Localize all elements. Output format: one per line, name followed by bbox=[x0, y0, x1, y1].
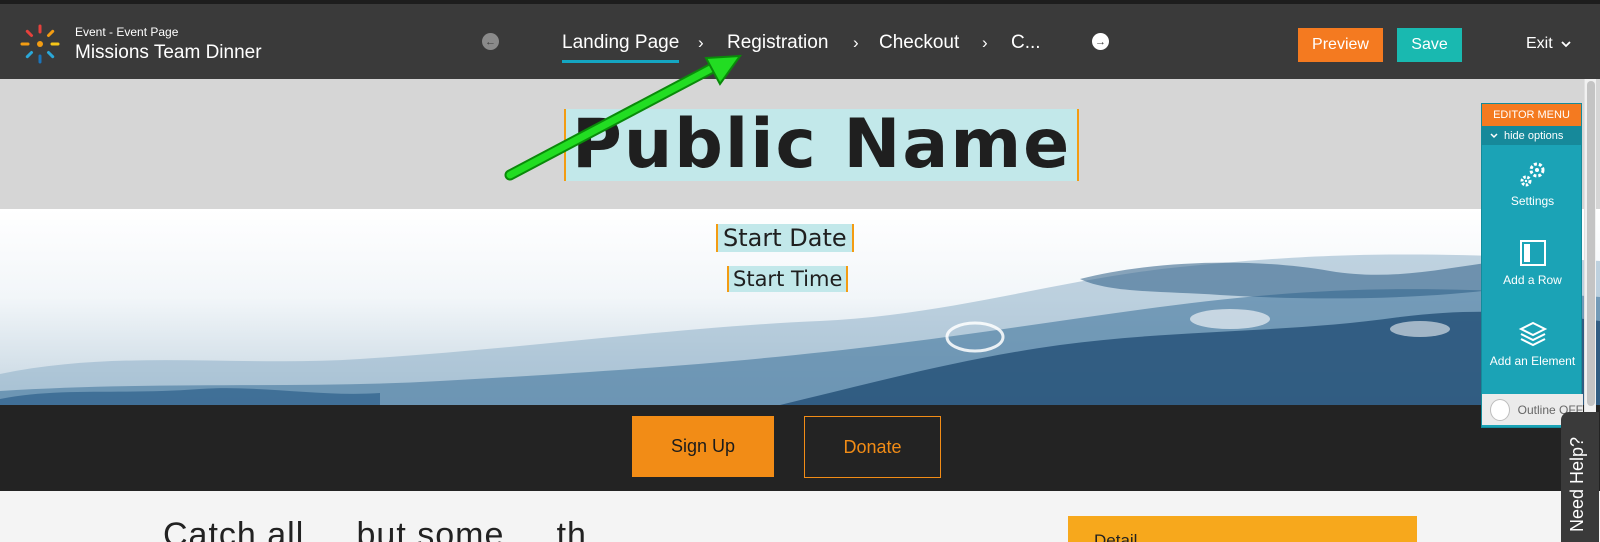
editor-menu-title: EDITOR MENU bbox=[1482, 104, 1581, 126]
editor-menu-panel: EDITOR MENU hide options Settings Add a … bbox=[1481, 103, 1583, 428]
step-separator-icon: › bbox=[853, 33, 859, 52]
step-confirmation[interactable]: C... bbox=[1011, 32, 1041, 54]
section-headline: Catch all ... but some ... th bbox=[163, 516, 587, 542]
scrollbar-thumb[interactable] bbox=[1587, 81, 1595, 406]
start-date-text[interactable]: Start Date bbox=[716, 224, 854, 252]
chevron-down-icon bbox=[1490, 132, 1498, 138]
row-icon bbox=[1519, 240, 1546, 266]
editor-add-row-label: Add a Row bbox=[1503, 273, 1562, 287]
app-title: Missions Team Dinner bbox=[75, 42, 262, 63]
next-step-icon[interactable]: → bbox=[1092, 33, 1109, 50]
exit-label: Exit bbox=[1526, 35, 1553, 52]
previous-step-icon[interactable]: ← bbox=[482, 33, 499, 50]
app-subtitle: Event - Event Page bbox=[75, 25, 179, 39]
step-separator-icon: › bbox=[982, 33, 988, 52]
app-logo-icon bbox=[20, 24, 60, 64]
content-section: Catch all ... but some ... th Detail bbox=[0, 491, 1600, 542]
editor-settings-label: Settings bbox=[1510, 194, 1555, 208]
need-help-tab[interactable]: Need Help? bbox=[1561, 412, 1599, 542]
exit-menu[interactable]: Exit bbox=[1526, 35, 1571, 53]
save-button[interactable]: Save bbox=[1397, 28, 1462, 62]
donate-button[interactable]: Donate bbox=[804, 416, 941, 478]
step-landing-page[interactable]: Landing Page bbox=[562, 32, 680, 63]
hide-options-toggle[interactable]: hide options bbox=[1482, 126, 1581, 145]
page: Event - Event Page Missions Team Dinner … bbox=[0, 0, 1600, 542]
layers-icon bbox=[1518, 321, 1547, 347]
preview-button[interactable]: Preview bbox=[1298, 28, 1383, 62]
editor-add-row[interactable]: Add a Row bbox=[1482, 238, 1583, 287]
title-band: Public Name bbox=[0, 79, 1600, 209]
detail-label: Detail bbox=[1094, 531, 1138, 542]
editor-add-element[interactable]: Add an Element bbox=[1482, 319, 1583, 368]
need-help-label: Need Help? bbox=[1567, 436, 1587, 532]
editor-settings[interactable]: Settings bbox=[1482, 159, 1583, 208]
step-registration[interactable]: Registration bbox=[727, 32, 828, 54]
hide-options-label: hide options bbox=[1504, 129, 1564, 142]
top-navigation-bar: Event - Event Page Missions Team Dinner … bbox=[0, 0, 1600, 79]
editor-add-element-label: Add an Element bbox=[1489, 354, 1576, 368]
public-name-heading[interactable]: Public Name bbox=[564, 109, 1080, 181]
toggle-switch[interactable] bbox=[1490, 398, 1510, 421]
step-checkout[interactable]: Checkout bbox=[879, 32, 959, 54]
start-time-text[interactable]: Start Time bbox=[727, 266, 849, 292]
step-separator-icon: › bbox=[698, 33, 704, 52]
gears-icon bbox=[1520, 162, 1544, 187]
detail-card: Detail bbox=[1068, 516, 1417, 542]
chevron-down-icon bbox=[1561, 40, 1571, 47]
sign-up-button[interactable]: Sign Up bbox=[632, 416, 774, 477]
action-band: Sign Up Donate bbox=[0, 405, 1600, 491]
